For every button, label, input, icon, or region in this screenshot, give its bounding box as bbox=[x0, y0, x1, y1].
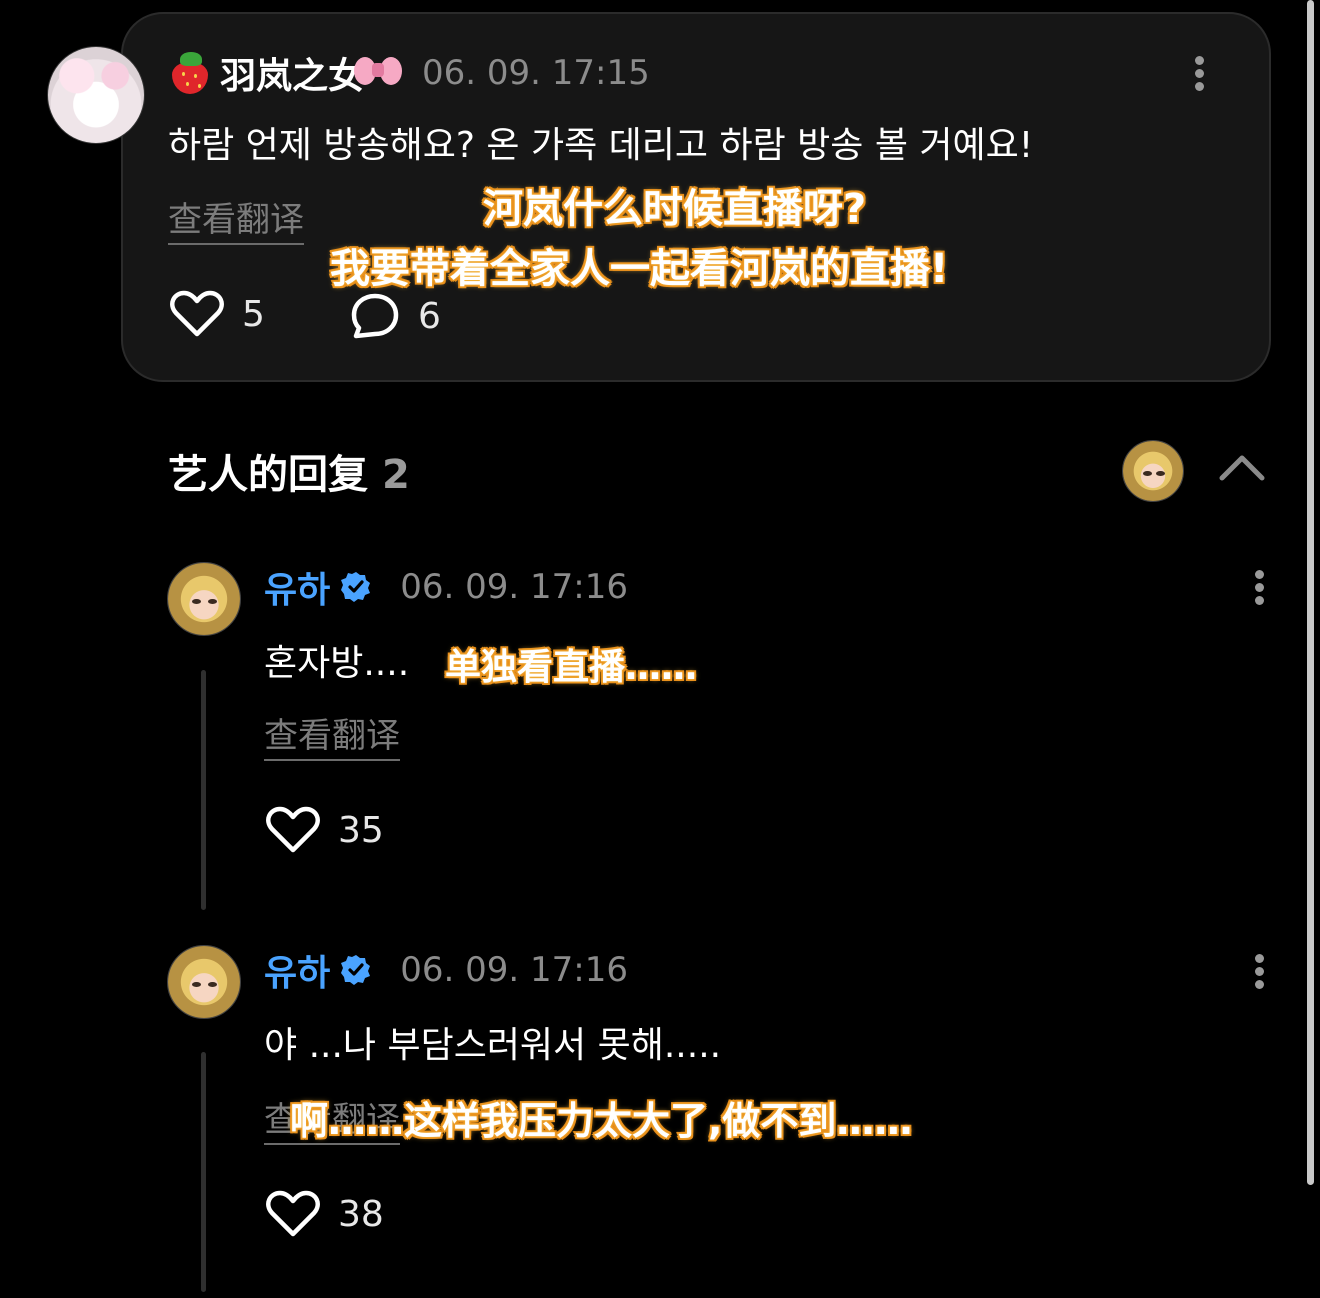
reply-timestamp: 06. 09. 17:16 bbox=[400, 567, 628, 607]
heart-icon bbox=[170, 290, 224, 337]
thread-line bbox=[201, 670, 206, 910]
artist-username[interactable]: 유하 bbox=[264, 944, 372, 996]
fan-avatar[interactable] bbox=[47, 46, 145, 144]
reply-subtitle: 啊……这样我压力太大了,做不到…… bbox=[288, 1098, 913, 1145]
verified-badge-icon bbox=[341, 572, 371, 602]
reply-like-count: 38 bbox=[338, 1193, 384, 1235]
fan-like-button[interactable]: 5 bbox=[170, 290, 265, 338]
reply-subtitle: 单独看直播…… bbox=[443, 646, 698, 690]
fan-comment-button[interactable]: 6 bbox=[350, 292, 441, 340]
reply-header: 유하 06. 09. 17:16 bbox=[264, 945, 628, 995]
speech-bubble-icon bbox=[351, 293, 399, 339]
verified-badge-icon bbox=[341, 955, 371, 985]
reply-translate-link[interactable]: 查看翻译 bbox=[264, 708, 400, 761]
reply-like-button[interactable]: 38 bbox=[266, 1190, 384, 1238]
fan-comment-header: 羽岚之女 06. 09. 17:15 bbox=[168, 46, 650, 100]
artist-avatar-header[interactable] bbox=[1122, 440, 1184, 502]
strawberry-icon bbox=[168, 50, 214, 96]
subtitle-line-1: 河岚什么时候直播呀? bbox=[481, 185, 867, 234]
fan-username-text: 羽岚之女 bbox=[220, 56, 365, 97]
reply-header: 유하 06. 09. 17:16 bbox=[264, 562, 628, 612]
reply-text: 혼자방.... bbox=[264, 643, 410, 684]
artist-replies-header: 艺人的回复 2 bbox=[168, 442, 410, 500]
subtitle-line-2: 我要带着全家人一起看河岚的直播! bbox=[328, 245, 949, 294]
reply-more-icon[interactable] bbox=[1255, 950, 1265, 993]
reply-timestamp: 06. 09. 17:16 bbox=[400, 950, 628, 990]
chevron-up-icon[interactable] bbox=[1218, 452, 1266, 482]
heart-icon bbox=[266, 806, 320, 853]
thread-line bbox=[201, 1052, 206, 1292]
fan-comment-count: 6 bbox=[418, 295, 441, 337]
reply-text: 야 ...나 부담스러워서 못해..... bbox=[264, 1025, 722, 1066]
artist-avatar[interactable] bbox=[167, 945, 241, 1019]
artist-replies-count: 2 bbox=[382, 452, 410, 498]
bow-icon bbox=[352, 53, 404, 93]
fan-comment-text: 하람 언제 방송해요? 온 가족 데리고 하람 방송 볼 거예요! bbox=[168, 125, 1034, 166]
reply-more-icon[interactable] bbox=[1255, 566, 1265, 609]
fan-comment-more-icon[interactable] bbox=[1195, 52, 1205, 95]
fan-like-count: 5 bbox=[242, 293, 265, 335]
artist-username[interactable]: 유하 bbox=[264, 561, 372, 613]
artist-username-text: 유하 bbox=[264, 570, 331, 611]
artist-replies-title: 艺人的回复 bbox=[168, 452, 368, 498]
reply-like-count: 35 bbox=[338, 809, 384, 851]
scrollbar[interactable] bbox=[1307, 0, 1314, 1185]
artist-username-text: 유하 bbox=[264, 953, 331, 994]
artist-avatar[interactable] bbox=[167, 562, 241, 636]
fan-comment-timestamp: 06. 09. 17:15 bbox=[422, 53, 650, 93]
reply-like-button[interactable]: 35 bbox=[266, 806, 384, 854]
fan-translate-link[interactable]: 查看翻译 bbox=[168, 192, 304, 245]
fan-username[interactable]: 羽岚之女 bbox=[168, 47, 404, 99]
heart-icon bbox=[266, 1190, 320, 1237]
